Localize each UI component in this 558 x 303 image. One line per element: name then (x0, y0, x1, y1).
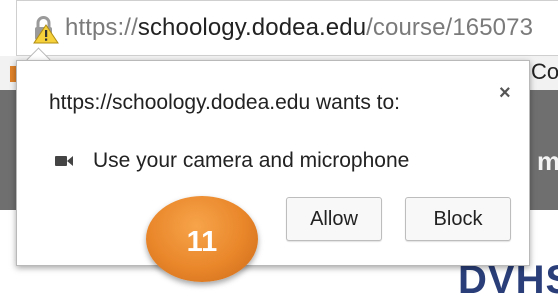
camera-icon (55, 156, 73, 166)
permission-request: Use your camera and microphone (55, 149, 409, 173)
close-icon[interactable]: × (499, 82, 511, 105)
url-path: /course/165073 (366, 14, 534, 41)
warning-lock-icon[interactable] (29, 8, 63, 48)
background-partial-text: m (537, 146, 558, 176)
url-domain: schoology.dodea.edu (137, 14, 367, 41)
request-text: Use your camera and microphone (93, 149, 410, 172)
background-partial-text: Co (531, 59, 558, 84)
url-scheme: https:// (65, 14, 138, 41)
allow-button[interactable]: Allow (286, 197, 382, 241)
step-number-badge: 11 (146, 196, 258, 282)
prompt-title: https://schoology.dodea.edu wants to: (49, 91, 401, 114)
url-text[interactable]: https://schoology.dodea.edu/course/16507… (65, 14, 533, 42)
permission-prompt: https://schoology.dodea.edu wants to: × … (16, 60, 530, 266)
address-bar[interactable]: https://schoology.dodea.edu/course/16507… (16, 0, 558, 56)
block-button[interactable]: Block (405, 197, 511, 241)
step-number: 11 (186, 225, 218, 258)
